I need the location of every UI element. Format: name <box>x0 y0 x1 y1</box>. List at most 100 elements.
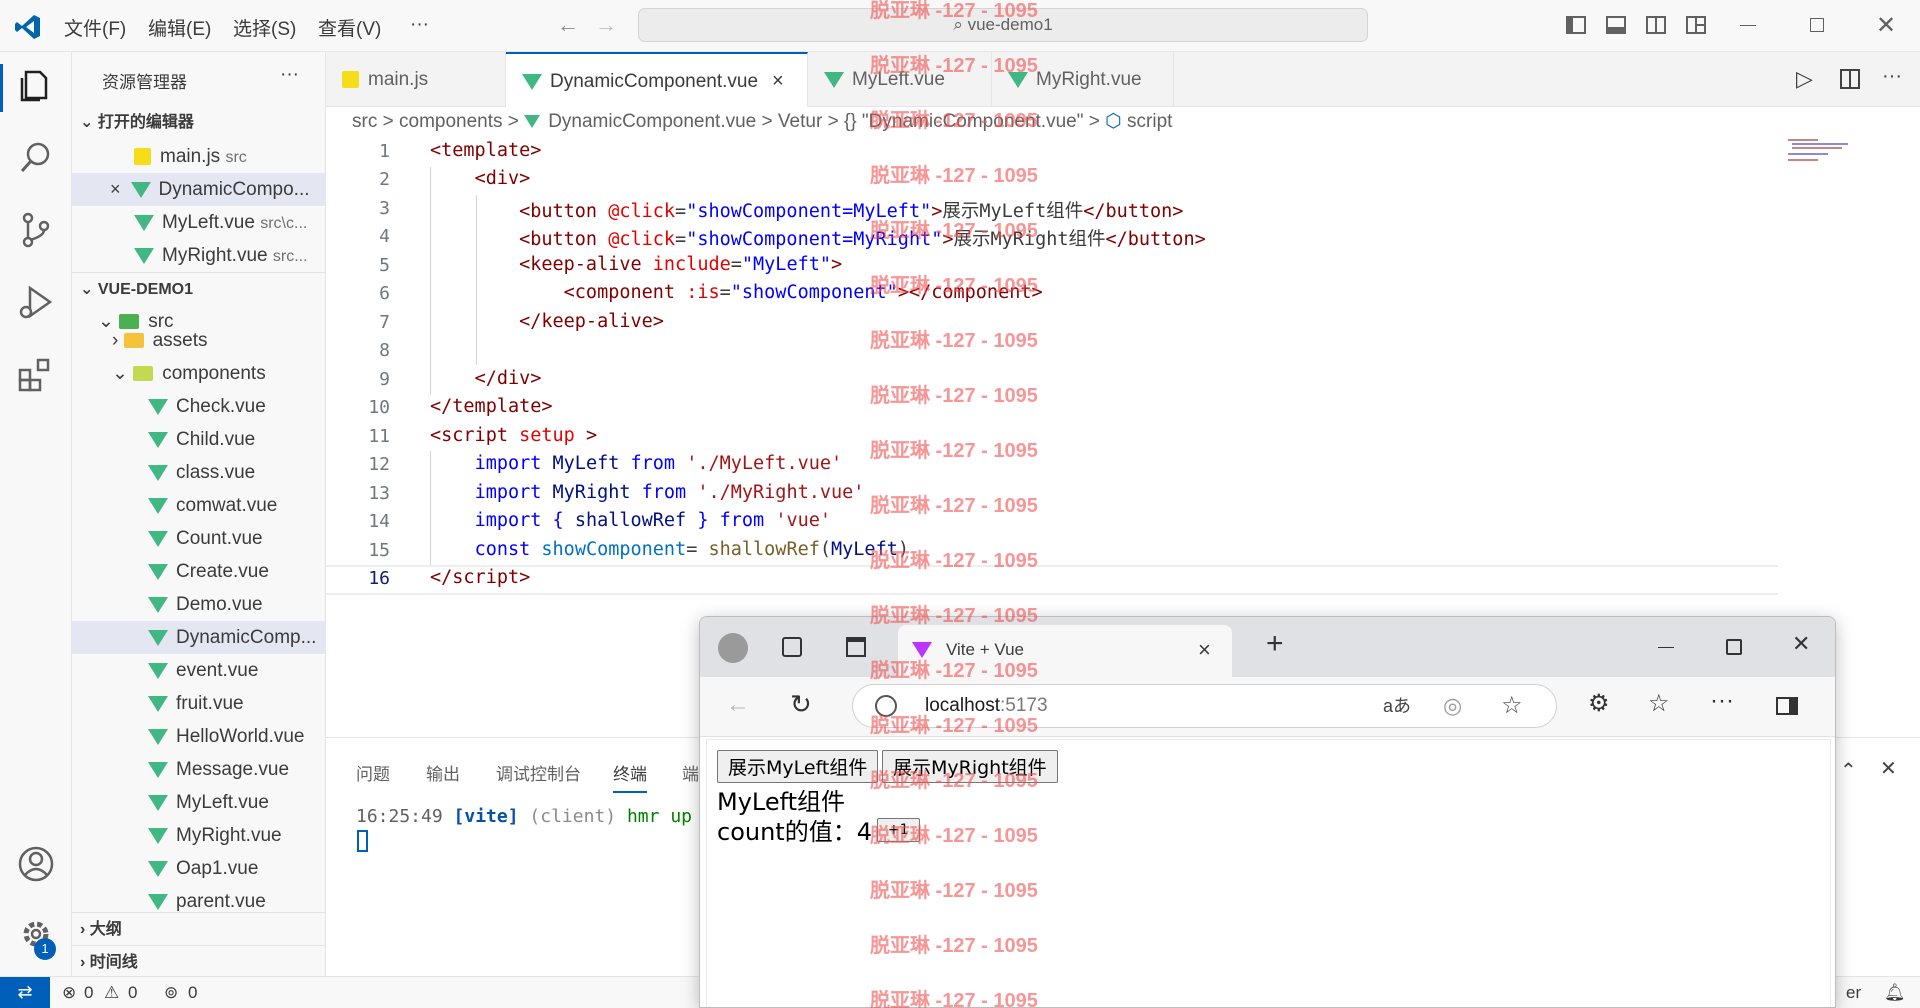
sidebar-toggle-icon[interactable] <box>1776 697 1798 715</box>
minimap[interactable] <box>1786 137 1856 177</box>
panel-tab-output[interactable]: 输出 <box>426 760 460 785</box>
back-arrow-icon[interactable]: ← <box>557 12 579 38</box>
terminal-output[interactable]: 16:25:49 [vite] (client) hmr up <box>356 806 692 827</box>
file-item[interactable]: DynamicComp... <box>72 621 326 654</box>
extensions-icon[interactable]: ⚙ <box>1588 689 1610 718</box>
error-icon[interactable]: ⊗ <box>62 977 76 1008</box>
toggle-secondary-sidebar-icon[interactable] <box>1646 16 1666 34</box>
file-item[interactable]: Count.vue <box>72 522 326 555</box>
file-item[interactable]: event.vue <box>72 654 326 687</box>
panel-tab-terminal[interactable]: 终端 <box>613 760 647 793</box>
open-editor-item[interactable]: main.js src <box>72 140 326 173</box>
file-item[interactable]: MyLeft.vue <box>72 786 326 819</box>
timeline-section[interactable]: › 时间线 <box>72 945 326 978</box>
favorite-star-icon[interactable]: ☆ <box>1501 685 1523 727</box>
project-section[interactable]: ⌄ VUE-DEMO1 <box>72 272 326 305</box>
toggle-panel-icon[interactable] <box>1606 16 1626 34</box>
maximize-icon[interactable] <box>1726 639 1742 655</box>
error-count: 0 <box>84 983 94 1002</box>
tab-myleft[interactable]: MyLeft.vue <box>808 52 992 107</box>
accounts-icon[interactable] <box>16 844 56 884</box>
extensions-icon[interactable] <box>16 354 56 394</box>
open-editor-item[interactable]: MyRight.vue src... <box>72 239 326 272</box>
run-icon[interactable]: ▷ <box>1796 66 1813 92</box>
browser-tab[interactable]: Vite + Vue × <box>898 625 1232 677</box>
file-item[interactable]: HelloWorld.vue <box>72 720 326 753</box>
split-editor-icon[interactable] <box>1840 69 1860 89</box>
increment-button[interactable]: +1 <box>877 818 920 842</box>
show-myleft-button[interactable]: 展示MyLeft组件 <box>717 750 879 783</box>
open-editor-item[interactable]: MyLeft.vue src\c... <box>72 206 326 239</box>
folder-assets[interactable]: › assets <box>72 328 326 354</box>
panel-tab-problems[interactable]: 问题 <box>356 760 390 785</box>
minimize-icon[interactable] <box>1658 647 1674 648</box>
new-tab-icon[interactable]: + <box>1266 627 1284 661</box>
file-item[interactable]: MyRight.vue <box>72 819 326 852</box>
menu-edit[interactable]: 编辑(E) <box>148 14 211 41</box>
profile-avatar-icon[interactable] <box>718 633 748 663</box>
file-item[interactable]: Demo.vue <box>72 588 326 621</box>
tab-dynamic-component[interactable]: DynamicComponent.vue × <box>506 52 808 107</box>
edge-icon[interactable]: ◎ <box>1443 685 1462 727</box>
browser-window: Vite + Vue × + ✕ ← ↻ localhost:5173 aあ ◎… <box>699 616 1836 1008</box>
maximize-panel-icon[interactable]: ⌃ <box>1840 758 1857 783</box>
vue-file-icon <box>148 431 168 448</box>
search-icon[interactable] <box>16 138 56 178</box>
more-actions-icon[interactable]: ··· <box>1882 65 1902 88</box>
run-debug-icon[interactable] <box>16 282 56 322</box>
file-item[interactable]: class.vue <box>72 456 326 489</box>
menu-file[interactable]: 文件(F) <box>64 14 126 41</box>
line-number: 1 <box>379 141 390 162</box>
file-item[interactable]: fruit.vue <box>72 687 326 720</box>
close-panel-icon[interactable]: ✕ <box>1880 756 1897 781</box>
vue-file-icon <box>148 530 168 547</box>
status-right-text[interactable]: er <box>1846 977 1861 1008</box>
panel-tab-debug-console[interactable]: 调试控制台 <box>496 760 581 785</box>
open-editors-section[interactable]: ⌄ 打开的编辑器 <box>72 106 326 139</box>
command-center[interactable]: ⌕ vue-demo1 <box>638 8 1368 42</box>
open-editor-item-active[interactable]: × DynamicCompo... <box>72 173 326 206</box>
collections-icon[interactable] <box>782 637 802 657</box>
close-tab-icon[interactable]: × <box>772 70 784 92</box>
forward-arrow-icon[interactable]: → <box>595 12 617 38</box>
menu-more[interactable]: ··· <box>410 14 429 36</box>
sidebar-more-button[interactable]: ··· <box>280 64 299 86</box>
file-item[interactable]: Child.vue <box>72 423 326 456</box>
refresh-icon[interactable]: ↻ <box>790 689 812 720</box>
tab-myright[interactable]: MyRight.vue <box>992 52 1174 107</box>
address-bar[interactable]: localhost:5173 aあ ◎ ☆ <box>852 684 1557 728</box>
source-control-icon[interactable] <box>16 210 56 250</box>
folder-components[interactable]: ⌄ components <box>72 357 326 390</box>
read-aloud-icon[interactable]: aあ <box>1383 685 1411 727</box>
vue-file-icon <box>824 71 844 88</box>
close-editor-icon[interactable]: × <box>110 179 121 199</box>
file-item[interactable]: comwat.vue <box>72 489 326 522</box>
more-menu-icon[interactable]: ··· <box>1710 687 1734 715</box>
file-item[interactable]: Check.vue <box>72 390 326 423</box>
customize-layout-icon[interactable] <box>1686 16 1706 34</box>
menu-select[interactable]: 选择(S) <box>233 14 296 41</box>
tab-main-js[interactable]: main.js <box>326 52 506 107</box>
menu-view[interactable]: 查看(V) <box>318 14 381 41</box>
minimize-icon[interactable] <box>1740 25 1756 26</box>
file-item[interactable]: Message.vue <box>72 753 326 786</box>
close-window-icon[interactable]: ✕ <box>1876 11 1896 40</box>
restore-icon[interactable] <box>1810 18 1824 32</box>
panel-tab-ports[interactable]: 端 <box>682 760 699 785</box>
toggle-sidebar-icon[interactable] <box>1566 16 1586 34</box>
file-item[interactable]: Oap1.vue <box>72 852 326 885</box>
explorer-icon[interactable] <box>16 66 56 106</box>
ports-icon[interactable]: ⊚ <box>164 977 178 1008</box>
close-window-icon[interactable]: ✕ <box>1792 631 1810 657</box>
remote-icon[interactable]: ⇄ <box>0 977 50 1008</box>
back-icon[interactable]: ← <box>726 691 750 719</box>
notifications-icon[interactable]: 🔔︎ <box>1884 977 1906 1008</box>
warning-icon[interactable]: ⚠ <box>104 977 119 1008</box>
close-tab-icon[interactable]: × <box>1198 625 1211 675</box>
favorites-icon[interactable]: ☆ <box>1648 689 1670 718</box>
tab-actions-icon[interactable] <box>846 637 866 657</box>
outline-section[interactable]: › 大纲 <box>72 912 326 945</box>
show-myright-button[interactable]: 展示MyRight组件 <box>882 750 1058 783</box>
site-info-icon[interactable] <box>875 695 897 717</box>
file-item[interactable]: Create.vue <box>72 555 326 588</box>
